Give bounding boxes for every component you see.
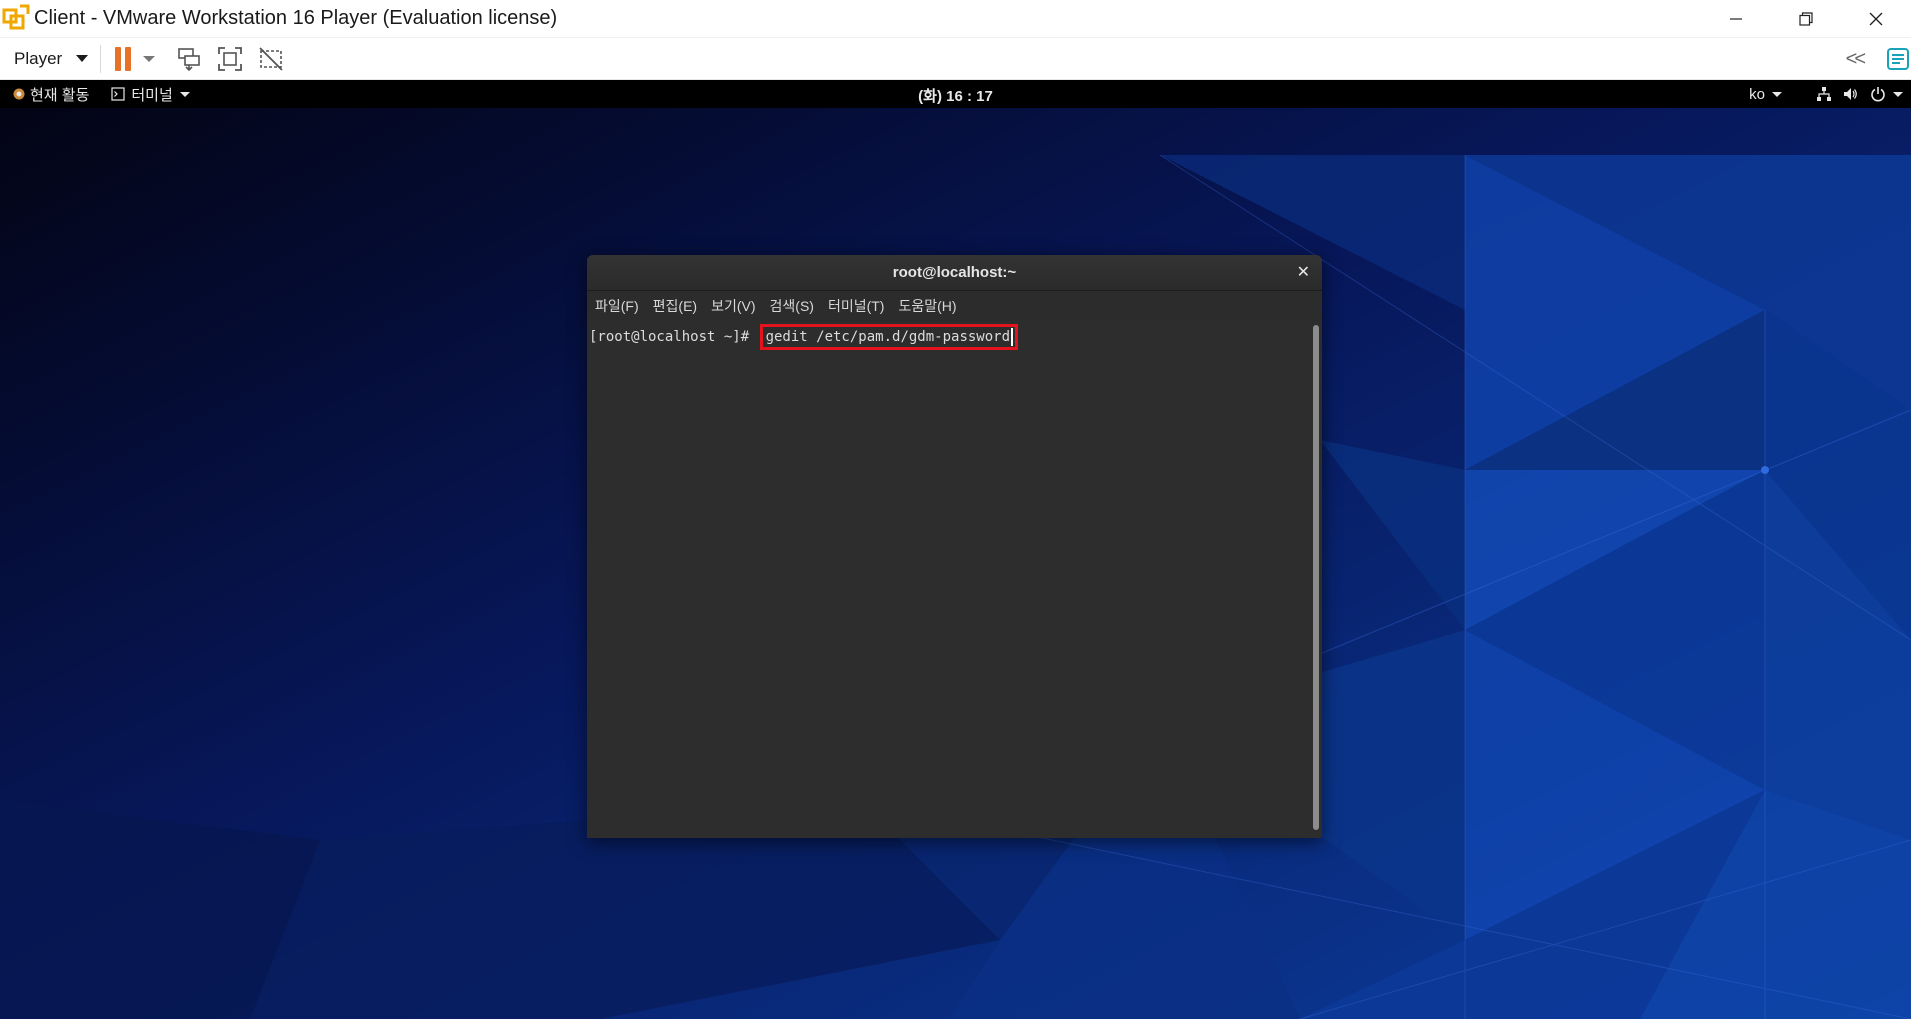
command-line: [root@localhost ~]# gedit /etc/pam.d/gdm… (589, 324, 1019, 350)
send-ctrl-alt-del-icon (178, 47, 200, 71)
network-icon (1817, 87, 1831, 101)
window-title: Client - VMware Workstation 16 Player (E… (34, 7, 558, 29)
menu-file[interactable]: 파일(F) (595, 296, 639, 316)
terminal-title-bar[interactable]: root@localhost:~ ✕ (587, 255, 1322, 291)
unity-button[interactable] (257, 45, 285, 73)
shell-prompt: [root@localhost ~]# (589, 329, 758, 345)
activities-label: 현재 활동 (30, 86, 90, 104)
restore-icon (1799, 12, 1813, 26)
minimize-icon (1730, 18, 1742, 20)
menu-help[interactable]: 도움말(H) (898, 296, 956, 316)
player-toolbar: Player << (0, 38, 1911, 80)
minimize-button[interactable] (1701, 0, 1771, 38)
chevron-down-icon (1893, 91, 1903, 97)
close-button[interactable] (1841, 0, 1911, 38)
unity-icon (259, 46, 283, 71)
command-text: gedit /etc/pam.d/gdm-password (765, 329, 1011, 345)
terminal-window[interactable]: root@localhost:~ ✕ 파일(F) 편집(E) 보기(V) 검색(… (587, 255, 1322, 838)
text-cursor (1011, 328, 1014, 346)
input-method-menu[interactable]: ko (1749, 86, 1782, 103)
pause-button[interactable] (115, 46, 156, 71)
toolbar-right: << (1846, 38, 1911, 80)
menu-search[interactable]: 검색(S) (770, 296, 814, 316)
close-icon (1869, 12, 1883, 26)
window-title-bar: Client - VMware Workstation 16 Player (E… (0, 0, 1911, 38)
terminal-icon (111, 87, 125, 101)
guest-screen[interactable]: 현재 활동 터미널 (화) 16 : 17 ko root@localhost:… (0, 80, 1911, 1019)
chevron-down-icon (76, 55, 89, 62)
terminal-scrollbar[interactable] (1313, 325, 1319, 830)
input-method-label: ko (1749, 85, 1765, 103)
menu-edit[interactable]: 편집(E) (653, 296, 697, 316)
activities-icon (13, 88, 25, 100)
message-log-icon[interactable] (1885, 46, 1911, 72)
app-menu-label: 터미널 (131, 86, 173, 104)
player-menu-label: Player (14, 48, 63, 68)
player-menu-button[interactable]: Player (14, 43, 89, 75)
menu-view[interactable]: 보기(V) (711, 296, 755, 316)
clock-label[interactable]: (화) 16 : 17 (918, 88, 993, 105)
full-screen-button[interactable] (216, 45, 244, 73)
system-menu[interactable] (1816, 86, 1903, 102)
window-controls (1701, 0, 1911, 38)
app-menu-terminal[interactable]: 터미널 (111, 84, 190, 105)
terminal-menubar: 파일(F) 편집(E) 보기(V) 검색(S) 터미널(T) 도움말(H) (587, 291, 1322, 321)
terminal-title: root@localhost:~ (892, 264, 1017, 281)
menu-terminal[interactable]: 터미널(T) (828, 296, 885, 316)
send-ctrl-alt-del-button[interactable] (175, 45, 203, 73)
power-icon (1871, 87, 1885, 102)
full-screen-icon (218, 46, 243, 71)
toolbar-divider (100, 44, 102, 73)
volume-icon (1844, 88, 1857, 100)
chevron-down-icon (179, 91, 190, 97)
chevron-down-icon[interactable] (143, 55, 156, 62)
collapse-icon[interactable]: << (1846, 48, 1866, 71)
clock: (화) 16 : 17 (0, 85, 1911, 106)
system-tray: ko (1749, 80, 1903, 108)
terminal-output[interactable]: [root@localhost ~]# gedit /etc/pam.d/gdm… (587, 321, 1322, 838)
pause-icon (115, 46, 135, 71)
chevron-down-icon (1772, 91, 1782, 97)
activities-button[interactable]: 현재 활동 (12, 84, 89, 105)
highlighted-command: gedit /etc/pam.d/gdm-password (759, 324, 1019, 350)
gnome-top-bar: 현재 활동 터미널 (화) 16 : 17 ko (0, 80, 1911, 108)
close-icon[interactable]: ✕ (1297, 262, 1310, 282)
vmware-player-icon (2, 4, 30, 29)
restore-button[interactable] (1771, 0, 1841, 38)
